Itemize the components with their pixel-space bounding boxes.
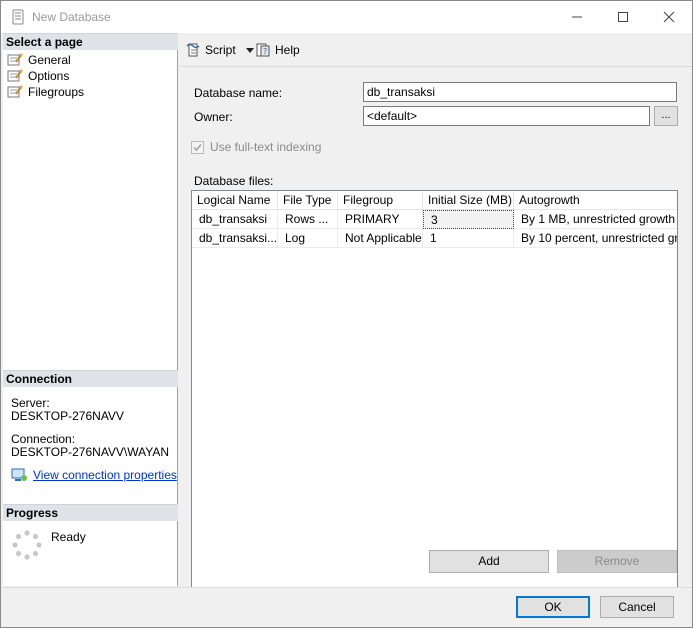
dialog-footer: OK Cancel (3, 587, 692, 627)
fulltext-label: Use full-text indexing (210, 140, 322, 154)
server-label: Server: (11, 396, 50, 410)
progress-header: Progress (3, 504, 178, 521)
minimize-icon (572, 16, 582, 18)
new-database-dialog: New Database Select a page General Optio… (0, 0, 693, 628)
cell-initial-size[interactable]: 3 (423, 210, 514, 229)
general-page-panel: Database name: db_transaksi Owner: <defa… (179, 69, 692, 610)
help-icon: ? (256, 43, 270, 57)
close-button[interactable] (646, 1, 692, 33)
owner-browse-button[interactable]: ... (654, 106, 678, 126)
cell-logical-name[interactable]: db_transaksi... (192, 229, 278, 248)
database-files-label: Database files: (194, 174, 274, 188)
checkbox-icon (191, 140, 204, 154)
page-label-general: General (28, 53, 71, 67)
close-icon (663, 11, 675, 23)
cell-logical-name[interactable]: db_transaksi (192, 210, 278, 229)
cell-autogrowth[interactable]: By 1 MB, unrestricted growth (514, 210, 677, 229)
connection-value: DESKTOP-276NAVV\WAYAN (11, 445, 170, 459)
select-page-header: Select a page (3, 33, 178, 50)
column-header-file-type[interactable]: File Type (278, 191, 338, 210)
page-label-filegroups: Filegroups (28, 85, 85, 99)
progress-spinner-icon (12, 530, 42, 560)
cancel-button[interactable]: Cancel (600, 596, 674, 618)
fulltext-indexing-checkbox[interactable]: Use full-text indexing (191, 140, 321, 154)
connection-header: Connection (3, 370, 178, 387)
remove-button[interactable]: Remove (557, 550, 677, 573)
database-files-grid[interactable]: Logical Name File Type Filegroup Initial… (191, 190, 678, 610)
help-label: Help (275, 43, 300, 57)
table-row[interactable]: db_transaksi Rows ... PRIMARY 3 By 1 MB,… (192, 210, 677, 229)
view-connection-properties[interactable]: View connection properties (11, 468, 177, 482)
ok-button[interactable]: OK (516, 596, 590, 618)
column-header-initial-size[interactable]: Initial Size (MB) (423, 191, 514, 210)
grid-header: Logical Name File Type Filegroup Initial… (192, 191, 677, 210)
title-bar: New Database (1, 1, 692, 33)
table-row[interactable]: db_transaksi... Log Not Applicable 1 By … (192, 229, 677, 248)
progress-status: Ready (51, 530, 86, 544)
cell-initial-size[interactable]: 1 (423, 229, 514, 248)
column-header-logical-name[interactable]: Logical Name (192, 191, 278, 210)
script-button[interactable]: Script (185, 41, 254, 59)
page-item-general[interactable]: General (7, 52, 71, 68)
cell-file-type[interactable]: Rows ... (278, 210, 338, 229)
column-header-filegroup[interactable]: Filegroup (338, 191, 423, 210)
maximize-button[interactable] (600, 1, 646, 33)
wrench-page-icon (7, 85, 23, 98)
left-pane: Select a page General Options Filegroups… (3, 33, 178, 586)
connection-properties-icon (11, 468, 27, 481)
owner-label: Owner: (194, 110, 233, 124)
database-name-input[interactable]: db_transaksi (363, 82, 677, 102)
page-label-options: Options (28, 69, 70, 83)
page-item-options[interactable]: Options (7, 68, 69, 84)
window-title: New Database (32, 10, 111, 24)
add-button[interactable]: Add (429, 550, 549, 573)
page-item-filegroups[interactable]: Filegroups (7, 84, 84, 100)
cell-filegroup[interactable]: Not Applicable (338, 229, 423, 248)
database-name-label: Database name: (194, 86, 283, 100)
connection-label: Connection: (11, 432, 76, 446)
toolbar: Script ? Help (179, 33, 692, 67)
checkmark-icon (193, 143, 202, 151)
cell-autogrowth[interactable]: By 10 percent, unrestricted growt (514, 229, 677, 248)
database-icon (12, 9, 24, 25)
cell-file-type[interactable]: Log (278, 229, 338, 248)
script-label: Script (205, 43, 236, 57)
help-button[interactable]: ? Help (255, 41, 300, 59)
server-value: DESKTOP-276NAVV (11, 409, 124, 423)
owner-input[interactable]: <default> (363, 106, 650, 126)
wrench-page-icon (7, 69, 23, 82)
script-icon (186, 43, 200, 57)
svg-text:?: ? (263, 47, 267, 56)
maximize-icon (618, 12, 628, 22)
view-connection-link[interactable]: View connection properties (33, 468, 177, 482)
wrench-page-icon (7, 53, 23, 66)
cell-filegroup[interactable]: PRIMARY (338, 210, 423, 229)
column-header-autogrowth[interactable]: Autogrowth (514, 191, 677, 210)
minimize-button[interactable] (554, 1, 600, 33)
chevron-down-icon[interactable] (245, 47, 254, 53)
